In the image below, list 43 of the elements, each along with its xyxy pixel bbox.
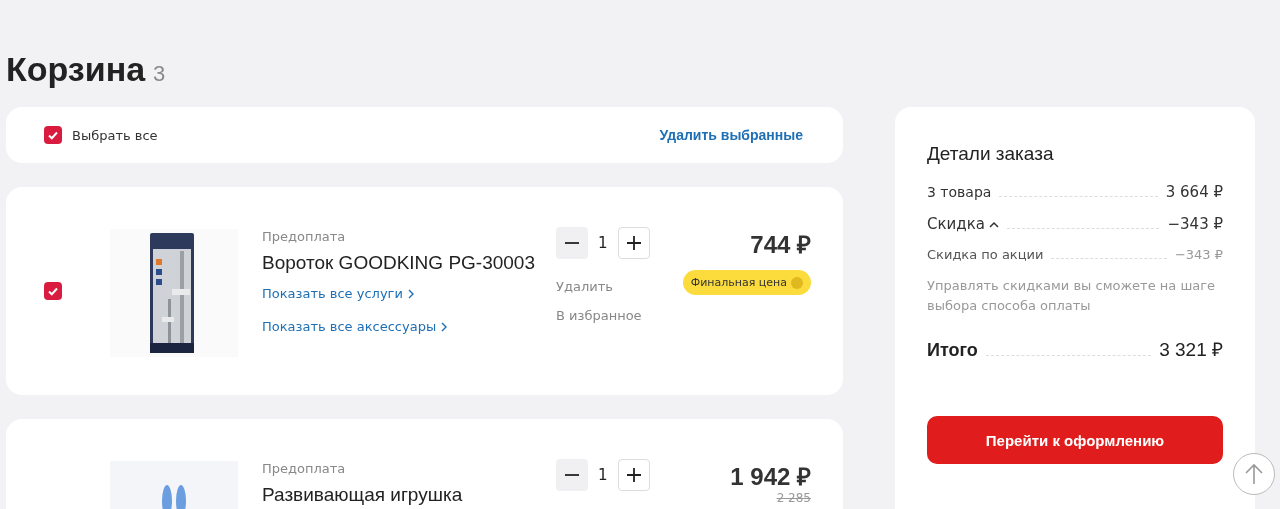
increase-button[interactable] — [617, 227, 650, 259]
total-label: Итого — [927, 340, 978, 362]
delete-selected-link[interactable]: Удалить выбранные — [659, 127, 803, 143]
price: 1 942 ₽ — [730, 462, 811, 492]
summary-title: Детали заказа — [927, 143, 1055, 165]
minus-icon — [563, 473, 581, 477]
show-more-link[interactable]: Показать все аксессуары — [262, 319, 448, 334]
payment-label: Предоплата — [262, 461, 346, 476]
chevron-icon — [441, 321, 448, 332]
item-action-link[interactable]: В избранное — [556, 308, 642, 323]
final-price-badge: Финальная цена — [682, 270, 811, 295]
chevron-icon — [407, 288, 414, 299]
old-price: 2 285 — [776, 492, 811, 506]
item-count: 3 — [153, 61, 166, 87]
plus-icon — [624, 234, 643, 252]
page-title: Корзина — [6, 50, 146, 89]
summary-label: Скидка по акции — [927, 247, 1044, 262]
item-action-link[interactable]: Удалить — [556, 279, 613, 294]
payment-label: Предоплата — [262, 229, 346, 244]
show-more-link[interactable]: Показать все услуги — [262, 286, 414, 301]
arrow-up-icon — [1244, 463, 1264, 485]
discount-note: Управлять скидками вы сможете на шаге выбора способа оплаты — [927, 277, 1217, 316]
minus-icon — [563, 241, 581, 245]
checkout-button[interactable]: Перейти к оформлению — [927, 416, 1223, 465]
quantity-value: 1 — [597, 234, 609, 252]
checkbox[interactable] — [44, 126, 62, 144]
product-name[interactable]: Развивающая игрушка — [262, 484, 463, 506]
increase-button[interactable] — [617, 459, 650, 491]
plus-icon — [624, 466, 643, 484]
decrease-button[interactable] — [556, 227, 588, 259]
summary-value: −343 ₽ — [1174, 247, 1223, 262]
product-name[interactable]: Вороток GOODKING PG-30003 — [262, 252, 535, 274]
quantity-value: 1 — [597, 466, 609, 484]
summary-value: 3 664 ₽ — [1165, 183, 1223, 201]
select-all-label[interactable]: Выбрать все — [72, 127, 158, 143]
total-value: 3 321 ₽ — [1159, 338, 1223, 363]
price: 744 ₽ — [750, 230, 811, 260]
help-icon — [791, 276, 803, 289]
checkbox[interactable] — [44, 282, 62, 300]
summary-value: −343 ₽ — [1167, 215, 1223, 233]
discount-toggle[interactable]: Скидка — [927, 215, 999, 233]
decrease-button[interactable] — [556, 459, 588, 491]
summary-label: 3 товара — [927, 184, 992, 200]
